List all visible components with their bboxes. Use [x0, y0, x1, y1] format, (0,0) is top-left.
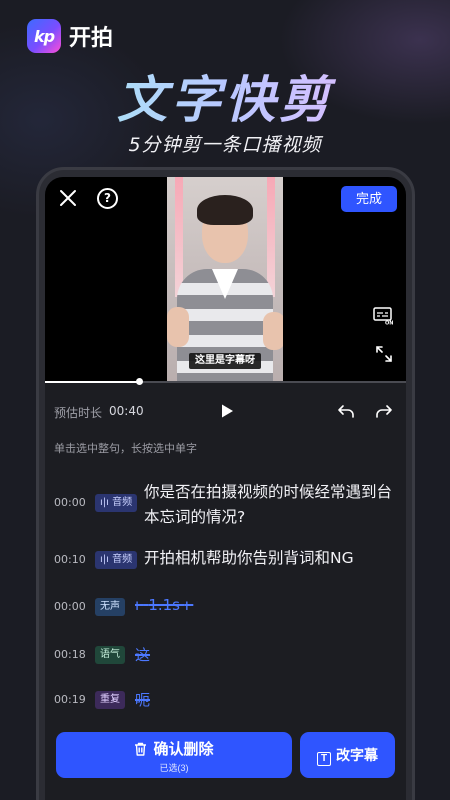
row-timestamp: 00:00 [54, 496, 86, 509]
waveform-icon: ı|ı [100, 497, 109, 508]
fullscreen-icon[interactable] [375, 345, 393, 363]
edit-subtitle-label: 改字幕 [336, 747, 378, 763]
hero-subtitle: 5分钟剪一条口播视频 [128, 134, 322, 156]
play-icon[interactable] [219, 403, 235, 419]
transcript-row[interactable]: 00:00 ı|ı 音频 你是否在拍摄视频的时候经常遇到台本忘词的情况? [45, 479, 406, 529]
selection-hint: 单击选中整句，长按选中单字 [54, 442, 197, 455]
row-text[interactable]: 你是否在拍摄视频的时候经常遇到台本忘词的情况? [144, 480, 399, 530]
row-tag: 语气 [95, 646, 125, 664]
person-hair [197, 195, 253, 225]
background-lamp [267, 177, 275, 297]
done-button[interactable]: 完成 [341, 186, 397, 212]
estimate-label: 预估时长 [54, 406, 103, 420]
confirm-delete-label-row: 确认删除 [56, 738, 292, 759]
help-icon[interactable]: ? [97, 188, 118, 209]
confirm-delete-label: 确认删除 [153, 741, 214, 758]
svg-text:ON: ON [385, 321, 393, 326]
row-text[interactable]: 开拍相机帮助你告别背词和NG [144, 546, 399, 571]
progress-knob[interactable] [135, 378, 143, 385]
row-tag: ı|ı 音频 [95, 551, 138, 569]
row-text-struck[interactable]: 这 [135, 644, 150, 665]
background-lamp [175, 177, 183, 297]
video-caption: 这里是字幕呀 [189, 353, 261, 369]
progress-fill [45, 381, 139, 383]
row-tag-label: 音频 [112, 497, 133, 508]
transcript-row[interactable]: 00:00 无声 ⱶ 1.1s ⱶ [45, 596, 406, 620]
silence-duration: 1.1s [148, 596, 180, 614]
brand-header: kp 开拍 [27, 19, 113, 53]
playback-controls: 预估时长 00:40 [45, 397, 406, 425]
silence-marker: ⱶ [184, 596, 194, 614]
silence-marker: ⱶ [135, 596, 144, 614]
transcript-row[interactable]: 00:10 ı|ı 音频 开拍相机帮助你告别背词和NG [45, 546, 406, 576]
person-hand [263, 312, 283, 350]
video-frame: 这里是字幕呀 [167, 177, 283, 383]
row-tag: ı|ı 音频 [95, 494, 138, 512]
row-timestamp: 00:10 [54, 553, 86, 566]
row-timestamp: 00:19 [54, 693, 86, 706]
close-icon[interactable] [57, 187, 79, 209]
undo-icon[interactable] [337, 403, 355, 419]
row-timestamp: 00:18 [54, 648, 86, 661]
app-name: 开拍 [69, 26, 114, 51]
estimate-value: 00:40 [109, 404, 144, 418]
app-logo-icon: kp [27, 19, 61, 53]
hero-title: 文字快剪 [0, 60, 450, 132]
video-preview[interactable]: 这里是字幕呀 ? 完成 ON [45, 177, 406, 385]
row-text-struck[interactable]: ⱶ 1.1s ⱶ [135, 596, 193, 614]
row-tag: 重复 [95, 691, 125, 709]
row-timestamp: 00:00 [54, 600, 86, 613]
trash-icon [135, 742, 147, 756]
selected-count: 已选(3) [159, 763, 189, 773]
transcript-row[interactable]: 00:18 语气 这 [45, 644, 406, 668]
row-tag-label: 音频 [112, 554, 133, 565]
redo-icon[interactable] [375, 403, 393, 419]
row-tag: 无声 [95, 598, 125, 616]
person-hand [167, 307, 189, 347]
text-box-icon: T [317, 752, 331, 766]
transcript-row[interactable]: 00:19 重复 呃 [45, 689, 406, 713]
waveform-icon: ı|ı [100, 554, 109, 565]
edit-subtitle-button[interactable]: T 改字幕 [300, 732, 395, 778]
row-text-struck[interactable]: 呃 [135, 689, 150, 710]
confirm-delete-button[interactable]: 确认删除 已选(3) [56, 732, 292, 778]
editor-screen: 这里是字幕呀 ? 完成 ON 预估时长 00:40 单击选中整句，长按选中单字 … [45, 177, 406, 800]
subtitle-toggle-icon[interactable]: ON [373, 307, 395, 325]
